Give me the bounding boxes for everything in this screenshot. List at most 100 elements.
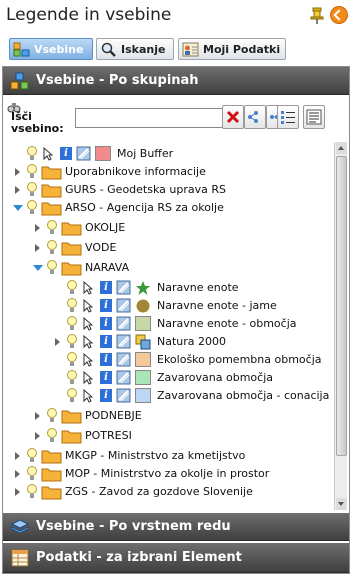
- expand-arrow[interactable]: [35, 224, 40, 232]
- tree-row-ekolosko[interactable]: i Ekološko pomembna območja: [3, 351, 333, 369]
- multi-layer-symbol-icon: [135, 334, 151, 350]
- cursor-icon[interactable]: [83, 389, 93, 403]
- info-icon[interactable]: i: [60, 147, 72, 160]
- info-icon[interactable]: i: [100, 335, 112, 348]
- tree-row-moj-buffer[interactable]: i Moj Buffer: [3, 145, 333, 163]
- edit-icon[interactable]: [116, 352, 131, 367]
- expand-arrow[interactable]: [15, 488, 20, 496]
- clear-search-button[interactable]: [222, 105, 244, 129]
- edit-icon[interactable]: [76, 146, 91, 161]
- search-input[interactable]: [75, 108, 223, 128]
- tree-row-uporabnikove[interactable]: Uporabnikove informacije: [3, 163, 333, 181]
- lightbulb-icon[interactable]: [27, 200, 37, 216]
- edit-icon[interactable]: [116, 370, 131, 385]
- tree-label: Ekološko pomembna območja: [157, 353, 322, 366]
- folder-icon: [41, 450, 62, 464]
- lightbulb-icon[interactable]: [47, 220, 57, 236]
- lightbulb-icon[interactable]: [47, 428, 57, 444]
- tree-row-arso[interactable]: ARSO - Agencija RS za okolje: [3, 199, 333, 217]
- tree-row-narava[interactable]: NARAVA: [3, 259, 333, 277]
- info-icon[interactable]: i: [100, 389, 112, 402]
- cursor-icon[interactable]: [83, 335, 93, 349]
- tree-scrollbar[interactable]: [334, 142, 347, 510]
- detail-list-button[interactable]: [303, 105, 325, 129]
- tree-row-vode[interactable]: VODE: [3, 239, 333, 257]
- tree-row-okolje[interactable]: OKOLJE: [3, 219, 333, 237]
- lightbulb-icon[interactable]: [67, 388, 77, 404]
- cursor-icon[interactable]: [83, 371, 93, 385]
- lightbulb-icon[interactable]: [67, 352, 77, 368]
- pin-icon[interactable]: [309, 7, 325, 25]
- section-header-by-order[interactable]: Vsebine - Po vrstnem redu: [3, 513, 349, 541]
- section-header-element-data[interactable]: Podatki - za izbrani Element: [3, 543, 349, 573]
- tab-bar: Vsebine Iskanje Moji Podatki: [0, 36, 352, 62]
- lightbulb-icon[interactable]: [67, 334, 77, 350]
- lightbulb-icon[interactable]: [27, 182, 37, 198]
- lightbulb-icon[interactable]: [67, 370, 77, 386]
- tab-iskanje[interactable]: Iskanje: [96, 38, 174, 60]
- lightbulb-icon[interactable]: [67, 316, 77, 332]
- tree-row-natura-2000[interactable]: i Natura 2000: [3, 333, 333, 351]
- tree-row-zgs[interactable]: ZGS - Zavod za gozdove Slovenije: [3, 483, 333, 501]
- lightbulb-icon[interactable]: [47, 408, 57, 424]
- info-icon[interactable]: i: [100, 353, 112, 366]
- lightbulb-icon[interactable]: [27, 466, 37, 482]
- tab-vsebine[interactable]: Vsebine: [9, 38, 93, 60]
- tree-row-potresi[interactable]: POTRESI: [3, 427, 333, 445]
- edit-icon[interactable]: [116, 334, 131, 349]
- lightbulb-icon[interactable]: [27, 448, 37, 464]
- tab-moji-podatki[interactable]: Moji Podatki: [178, 38, 286, 60]
- scroll-thumb[interactable]: [336, 156, 347, 456]
- cursor-icon[interactable]: [43, 147, 53, 161]
- tree-row-naravne-enote-jame[interactable]: i Naravne enote - jame: [3, 297, 333, 315]
- edit-icon[interactable]: [116, 316, 131, 331]
- lightbulb-icon[interactable]: [27, 164, 37, 180]
- lightbulb-icon[interactable]: [67, 298, 77, 314]
- lightbulb-icon[interactable]: [47, 240, 57, 256]
- scroll-down-button[interactable]: [336, 498, 347, 510]
- collapse-arrow[interactable]: [13, 205, 23, 211]
- info-icon[interactable]: i: [100, 299, 112, 312]
- folder-icon: [41, 468, 62, 482]
- lightbulb-icon[interactable]: [27, 146, 37, 162]
- collapse-panel-button[interactable]: [330, 6, 348, 24]
- expand-arrow[interactable]: [15, 470, 20, 478]
- cursor-icon[interactable]: [83, 299, 93, 313]
- lightbulb-icon[interactable]: [67, 280, 77, 296]
- expand-arrow[interactable]: [55, 338, 60, 346]
- tree-row-gurs[interactable]: GURS - Geodetska uprava RS: [3, 181, 333, 199]
- cursor-icon[interactable]: [83, 353, 93, 367]
- tree-row-naravne-enote-obmocja[interactable]: i Naravne enote - območja: [3, 315, 333, 333]
- expand-arrow[interactable]: [15, 186, 20, 194]
- info-icon[interactable]: i: [100, 371, 112, 384]
- folder-icon: [41, 166, 62, 180]
- expand-arrow[interactable]: [35, 412, 40, 420]
- info-icon[interactable]: i: [100, 317, 112, 330]
- tree-row-zavarovana[interactable]: i Zavarovana območja: [3, 369, 333, 387]
- tree-label: Natura 2000: [157, 335, 227, 348]
- tree-row-zavarovana-conacija[interactable]: i Zavarovana območja - conacija: [3, 387, 333, 405]
- layer-tree: i Moj Buffer Uporabnikove informacije GU…: [3, 143, 333, 511]
- tree-row-naravne-enote[interactable]: i Naravne enote: [3, 279, 333, 297]
- collapse-arrow[interactable]: [33, 265, 43, 271]
- tree-row-mkgp[interactable]: MKGP - Ministrstvo za kmetijstvo: [3, 447, 333, 465]
- expand-tree-button[interactable]: [244, 105, 266, 129]
- cursor-icon[interactable]: [83, 317, 93, 331]
- tree-row-podnebje[interactable]: PODNEBJE: [3, 407, 333, 425]
- cursor-icon[interactable]: [83, 281, 93, 295]
- info-icon[interactable]: i: [100, 281, 112, 294]
- expand-arrow[interactable]: [15, 452, 20, 460]
- edit-icon[interactable]: [116, 388, 131, 403]
- edit-icon[interactable]: [116, 298, 131, 313]
- scroll-up-button[interactable]: [336, 142, 347, 154]
- expand-arrow[interactable]: [35, 432, 40, 440]
- tree-row-mop[interactable]: MOP - Ministrstvo za okolje in prostor: [3, 465, 333, 483]
- expand-arrow[interactable]: [35, 244, 40, 252]
- section-title-element-data: Podatki - za izbrani Element: [36, 550, 242, 565]
- lightbulb-icon[interactable]: [27, 484, 37, 500]
- list-view-button[interactable]: [277, 105, 299, 129]
- edit-icon[interactable]: [116, 280, 131, 295]
- expand-arrow[interactable]: [15, 168, 20, 176]
- lightbulb-icon[interactable]: [47, 260, 57, 276]
- section-header-by-group[interactable]: Vsebine - Po skupinah: [3, 67, 349, 95]
